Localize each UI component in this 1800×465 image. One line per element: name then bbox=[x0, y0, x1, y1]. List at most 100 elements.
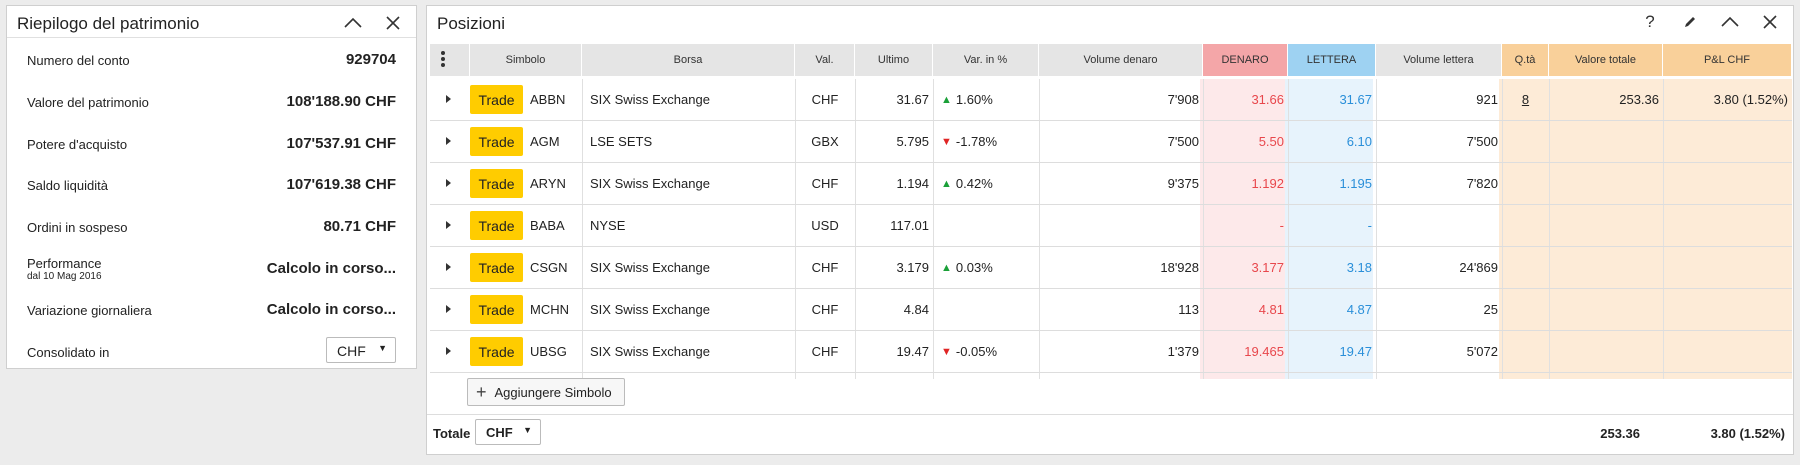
collapse-icon[interactable] bbox=[338, 12, 368, 34]
column-header-exchange[interactable]: Borsa bbox=[582, 44, 795, 76]
summary-row: Performance dal 10 Mag 2016 Calcolo in c… bbox=[27, 254, 396, 284]
table-row[interactable]: Trade BABA NYSE USD 117.01 - - bbox=[430, 205, 1792, 247]
arrow-down-icon: ▼ bbox=[941, 345, 952, 358]
total-value-cell bbox=[1549, 121, 1659, 162]
column-header-symbol[interactable]: Simbolo bbox=[470, 44, 582, 76]
column-header-total-value[interactable]: Valore totale bbox=[1549, 44, 1663, 76]
help-icon[interactable]: ? bbox=[1635, 11, 1665, 33]
summary-row: Numero del conto 929704 bbox=[27, 50, 396, 70]
quantity-cell[interactable]: 8 bbox=[1502, 79, 1549, 120]
quantity-cell[interactable] bbox=[1502, 121, 1549, 162]
close-icon[interactable] bbox=[1755, 11, 1785, 33]
summary-row: Ordini in sospeso 80.71 CHF bbox=[27, 217, 396, 237]
expand-icon[interactable] bbox=[446, 305, 451, 313]
column-header-quantity[interactable]: Q.tà bbox=[1502, 44, 1549, 76]
column-menu-button[interactable] bbox=[430, 44, 470, 76]
trade-button[interactable]: Trade bbox=[470, 253, 523, 282]
expand-icon[interactable] bbox=[446, 95, 451, 103]
add-symbol-button[interactable]: + Aggiungere Simbolo bbox=[467, 378, 625, 406]
total-currency-select[interactable]: CHF ▼ bbox=[475, 419, 541, 445]
expand-icon[interactable] bbox=[446, 137, 451, 145]
bid-volume-cell: 7'500 bbox=[1167, 134, 1199, 149]
table-row[interactable]: Trade ARYN SIX Swiss Exchange CHF 1.194 9'375… bbox=[430, 163, 1792, 205]
summary-row: Potere d'acquisto 107'537.91 CHF bbox=[27, 134, 396, 154]
trade-button[interactable]: Trade bbox=[470, 85, 523, 114]
positions-title: Posizioni bbox=[437, 14, 506, 33]
change-value: 0.03% bbox=[955, 260, 993, 275]
exchange-cell: NYSE bbox=[590, 218, 626, 233]
quantity-cell[interactable] bbox=[1502, 205, 1549, 246]
exchange-cell: LSE SETS bbox=[590, 134, 653, 149]
trade-button[interactable]: Trade bbox=[470, 211, 523, 240]
ask-volume-cell: 24'869 bbox=[1459, 260, 1498, 275]
edit-icon[interactable] bbox=[1675, 11, 1705, 33]
table-row[interactable]: Trade AGM LSE SETS GBX 5.795 7'500 5.50 6.10 7'5… bbox=[430, 121, 1792, 163]
ask-volume-cell: 7'500 bbox=[1466, 134, 1498, 149]
expand-icon[interactable] bbox=[446, 347, 451, 355]
quantity-cell[interactable] bbox=[1502, 163, 1549, 204]
column-header-change[interactable]: Var. in % bbox=[933, 44, 1039, 76]
column-header-bid[interactable]: DENARO bbox=[1203, 44, 1288, 76]
summary-title: Riepilogo del patrimonio bbox=[17, 14, 200, 33]
exchange-cell: SIX Swiss Exchange bbox=[590, 260, 710, 275]
summary-value: Calcolo in corso... bbox=[266, 260, 396, 277]
change-cell: ▲ 1.60% bbox=[941, 79, 1039, 120]
summary-row: Saldo liquidità 107'619.38 CHF bbox=[27, 175, 396, 195]
summary-label: Valore del patrimonio bbox=[27, 95, 149, 110]
bid-cell: 3.177 bbox=[1251, 260, 1284, 275]
bid-cell: - bbox=[1279, 218, 1284, 233]
quantity-cell[interactable] bbox=[1502, 289, 1549, 330]
quantity-cell[interactable] bbox=[1502, 331, 1549, 372]
expand-icon[interactable] bbox=[446, 179, 451, 187]
change-cell: ▲ 0.03% bbox=[941, 247, 1039, 288]
summary-value: 107'537.91 CHF bbox=[286, 135, 396, 152]
consolidated-label: Consolidato in bbox=[27, 345, 110, 360]
table-row[interactable]: Trade ABBN SIX Swiss Exchange CHF 31.67 7'908… bbox=[430, 79, 1792, 121]
bid-volume-cell: 113 bbox=[1178, 302, 1199, 317]
bid-cell: 19.465 bbox=[1244, 344, 1284, 359]
trade-button[interactable]: Trade bbox=[470, 337, 523, 366]
collapse-icon[interactable] bbox=[1715, 11, 1745, 33]
summary-label: Saldo liquidità bbox=[27, 178, 108, 193]
column-header-ask[interactable]: LETTERA bbox=[1288, 44, 1376, 76]
summary-label: Numero del conto bbox=[27, 53, 130, 68]
summary-value: 80.71 CHF bbox=[323, 218, 396, 235]
bid-volume-cell: 7'908 bbox=[1167, 92, 1199, 107]
summary-value: 107'619.38 CHF bbox=[286, 176, 396, 193]
currency-cell: USD bbox=[811, 218, 839, 233]
currency-select[interactable]: CHF ▼ bbox=[326, 337, 396, 363]
expand-icon[interactable] bbox=[446, 221, 451, 229]
summary-row: Valore del patrimonio 108'188.90 CHF bbox=[27, 92, 396, 112]
ask-volume-cell: 921 bbox=[1476, 92, 1498, 107]
table-row[interactable]: Trade UBSG SIX Swiss Exchange CHF 19.47 1'379… bbox=[430, 331, 1792, 373]
last-price-cell: 1.194 bbox=[896, 176, 929, 191]
quantity-cell[interactable] bbox=[1502, 247, 1549, 288]
summary-sublabel: dal 10 Mag 2016 bbox=[27, 271, 102, 282]
summary-label: Potere d'acquisto bbox=[27, 137, 128, 152]
currency-cell: CHF bbox=[811, 176, 839, 191]
arrow-up-icon: ▲ bbox=[941, 93, 952, 106]
table-row[interactable]: Trade MCHN SIX Swiss Exchange CHF 4.84 113 4.8… bbox=[430, 289, 1792, 331]
summary-value: 929704 bbox=[345, 51, 396, 68]
column-header-last[interactable]: Ultimo bbox=[855, 44, 933, 76]
last-price-cell: 117.01 bbox=[890, 218, 929, 233]
positions-panel: Posizioni ? Simbolo Borsa Val. Ultimo Va… bbox=[426, 5, 1794, 455]
expand-icon[interactable] bbox=[446, 263, 451, 271]
symbol-cell: MCHN bbox=[530, 302, 569, 317]
summary-row: Consolidato in CHF ▼ bbox=[27, 337, 396, 363]
trade-button[interactable]: Trade bbox=[470, 295, 523, 324]
caret-down-icon: ▼ bbox=[378, 343, 387, 353]
column-header-bid-volume[interactable]: Volume denaro bbox=[1039, 44, 1203, 76]
column-header-ask-volume[interactable]: Volume lettera bbox=[1376, 44, 1502, 76]
table-row[interactable]: Trade CSGN SIX Swiss Exchange CHF 3.179 18'92… bbox=[430, 247, 1792, 289]
trade-button[interactable]: Trade bbox=[470, 169, 523, 198]
column-header-currency[interactable]: Val. bbox=[795, 44, 855, 76]
trade-button[interactable]: Trade bbox=[470, 127, 523, 156]
ask-cell: 31.67 bbox=[1339, 92, 1372, 107]
column-header-pl[interactable]: P&L CHF bbox=[1663, 44, 1792, 76]
positions-header: Posizioni ? bbox=[427, 6, 1793, 38]
pl-cell bbox=[1663, 247, 1788, 288]
ask-cell: 3.18 bbox=[1346, 260, 1372, 275]
close-icon[interactable] bbox=[378, 12, 408, 34]
last-price-cell: 4.84 bbox=[903, 302, 929, 317]
